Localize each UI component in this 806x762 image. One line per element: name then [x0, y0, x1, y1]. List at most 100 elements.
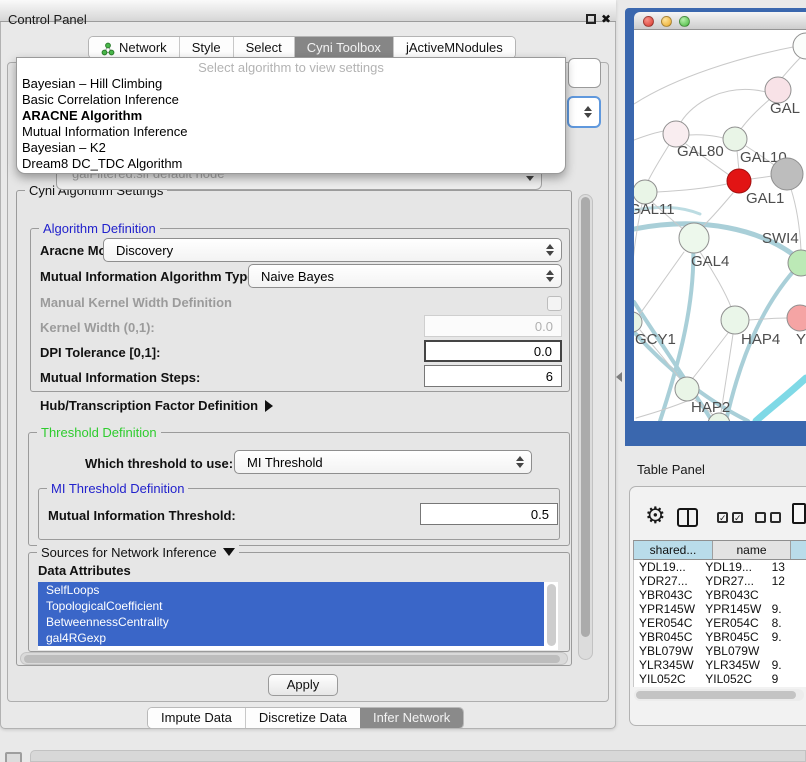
- table-cell[interactable]: YIL052C: [634, 672, 700, 686]
- tab-jactivemnodules[interactable]: jActiveMNodules: [393, 37, 515, 58]
- data-attribute-item[interactable]: BetweennessCentrality: [38, 614, 544, 630]
- table-cell[interactable]: YBR045C: [634, 630, 700, 644]
- table-row[interactable]: YDL19...YDL19...13: [634, 560, 806, 574]
- table-cell[interactable]: 9: [767, 672, 806, 686]
- column-header-cut[interactable]: [791, 541, 806, 559]
- table-row[interactable]: YIL052CYIL052C9: [634, 672, 806, 686]
- algorithm-combo-fragment[interactable]: [567, 96, 601, 128]
- algorithm-option[interactable]: ARACNE Algorithm: [17, 108, 565, 124]
- zoom-traffic-light-icon[interactable]: [679, 16, 690, 27]
- tab-style[interactable]: Style: [179, 37, 233, 58]
- network-node[interactable]: [679, 223, 709, 253]
- table-cell[interactable]: YPR145W: [700, 602, 766, 616]
- table-row[interactable]: YBR043CYBR043C: [634, 588, 806, 602]
- settings-vertical-scrollbar[interactable]: [578, 194, 593, 660]
- table-cell[interactable]: [767, 644, 806, 658]
- algorithm-option[interactable]: Bayesian – Hill Climbing: [17, 76, 565, 92]
- network-canvas[interactable]: GALGAL80GAL10GAL1GAL11GAL4SWI4GCY1HAP4YH…: [634, 30, 806, 421]
- data-attribute-item[interactable]: gal4RGexp: [38, 630, 544, 646]
- panel-resize-handle[interactable]: [616, 372, 622, 382]
- minimize-traffic-light-icon[interactable]: [661, 16, 672, 27]
- table-cell[interactable]: YBR043C: [700, 588, 766, 602]
- settings-horizontal-scrollbar[interactable]: [20, 652, 568, 665]
- table-cell[interactable]: YIL052C: [700, 672, 766, 686]
- new-document-icon[interactable]: [792, 503, 806, 524]
- scrollbar-thumb[interactable]: [581, 197, 590, 637]
- table-cell[interactable]: 13: [767, 560, 806, 574]
- aracne-mode-combo[interactable]: Discovery: [103, 238, 562, 262]
- checked-box-icon: ✓: [732, 512, 743, 523]
- network-node[interactable]: [723, 127, 747, 151]
- column-header-shared-name[interactable]: shared...: [634, 541, 713, 559]
- tab-discretize-data[interactable]: Discretize Data: [245, 708, 360, 728]
- data-attribute-item[interactable]: SelfLoops: [38, 582, 544, 598]
- control-panel-titlebar[interactable]: [0, 0, 616, 22]
- split-columns-icon[interactable]: [677, 508, 698, 527]
- table-cell[interactable]: YLR345W: [700, 658, 766, 672]
- tab-select[interactable]: Select: [233, 37, 294, 58]
- table-row[interactable]: YDR27...YDR27...12: [634, 574, 806, 588]
- table-cell[interactable]: YLR345W: [634, 658, 700, 672]
- algorithm-option[interactable]: Mutual Information Inference: [17, 124, 565, 140]
- list-scrollbar-thumb[interactable]: [547, 584, 556, 646]
- tab-cyni-toolbox[interactable]: Cyni Toolbox: [294, 37, 393, 58]
- tab-network[interactable]: Network: [89, 37, 179, 58]
- table-cell[interactable]: 9.: [767, 602, 806, 616]
- close-icon[interactable]: ✖: [601, 11, 611, 27]
- select-all-checkboxes-icon[interactable]: ✓ ✓: [717, 512, 743, 523]
- table-cell[interactable]: YDL19...: [634, 560, 700, 574]
- table-row[interactable]: YPR145WYPR145W9.: [634, 602, 806, 616]
- table-row[interactable]: YER054CYER054C8.: [634, 616, 806, 630]
- table-cell[interactable]: [767, 588, 806, 602]
- float-window-icon[interactable]: [586, 14, 596, 24]
- table-cell[interactable]: YDR27...: [700, 574, 766, 588]
- table-cell[interactable]: YDL19...: [700, 560, 766, 574]
- mi-threshold-input[interactable]: [420, 503, 558, 525]
- which-threshold-combo[interactable]: MI Threshold: [234, 450, 532, 474]
- scrollbar-thumb[interactable]: [636, 691, 796, 699]
- mi-type-combo[interactable]: Naive Bayes: [248, 264, 562, 288]
- network-node[interactable]: [721, 306, 749, 334]
- table-cell[interactable]: YBL079W: [634, 644, 700, 658]
- dpi-tolerance-input[interactable]: [424, 340, 562, 362]
- network-node[interactable]: [793, 33, 806, 59]
- network-window-titlebar[interactable]: [634, 12, 806, 30]
- algorithm-option[interactable]: Dream8 DC_TDC Algorithm: [17, 156, 565, 172]
- spinner-arrows-icon: [545, 269, 554, 283]
- algorithm-option[interactable]: Bayesian – K2: [17, 140, 565, 156]
- table-row[interactable]: YBL079WYBL079W: [634, 644, 806, 658]
- table-cell[interactable]: YDR27...: [634, 574, 700, 588]
- gear-icon[interactable]: ⚙: [645, 504, 666, 528]
- table-row[interactable]: YBR045CYBR045C9.: [634, 630, 806, 644]
- table-horizontal-scrollbar[interactable]: [634, 689, 804, 701]
- tab-infer-network[interactable]: Infer Network: [360, 708, 463, 728]
- table-cell[interactable]: YBR045C: [700, 630, 766, 644]
- data-attribute-item[interactable]: TopologicalCoefficient: [38, 598, 544, 614]
- table-cell[interactable]: YBL079W: [700, 644, 766, 658]
- mi-steps-input[interactable]: [424, 365, 562, 387]
- control-panel-tabbar: Network Style Select Cyni Toolbox jActiv…: [88, 36, 516, 59]
- column-header-name[interactable]: name: [713, 541, 791, 559]
- table-row[interactable]: YLR345WYLR345W9.: [634, 658, 806, 672]
- table-cell[interactable]: YBR043C: [634, 588, 700, 602]
- table-cell[interactable]: 8.: [767, 616, 806, 630]
- table-cell[interactable]: YER054C: [700, 616, 766, 630]
- table-cell[interactable]: 12: [767, 574, 806, 588]
- collapsed-panel-button[interactable]: [5, 752, 22, 762]
- scrollbar-thumb[interactable]: [24, 655, 560, 663]
- deselect-all-checkboxes-icon[interactable]: [755, 512, 781, 523]
- network-node[interactable]: [787, 305, 806, 331]
- hub-definition-toggle[interactable]: Hub/Transcription Factor Definition: [40, 398, 273, 413]
- table-cell[interactable]: 9.: [767, 630, 806, 644]
- network-node[interactable]: [771, 158, 803, 190]
- table-cell[interactable]: YPR145W: [634, 602, 700, 616]
- table-cell[interactable]: 9.: [767, 658, 806, 672]
- algorithm-option[interactable]: Basic Correlation Inference: [17, 92, 565, 108]
- apply-button[interactable]: Apply: [268, 674, 338, 696]
- table-cell[interactable]: YER054C: [634, 616, 700, 630]
- close-traffic-light-icon[interactable]: [643, 16, 654, 27]
- network-node[interactable]: [675, 377, 699, 401]
- data-attributes-list[interactable]: SelfLoopsTopologicalCoefficientBetweenne…: [38, 582, 558, 650]
- sources-legend[interactable]: Sources for Network Inference: [37, 545, 239, 560]
- tab-impute-data[interactable]: Impute Data: [148, 708, 245, 728]
